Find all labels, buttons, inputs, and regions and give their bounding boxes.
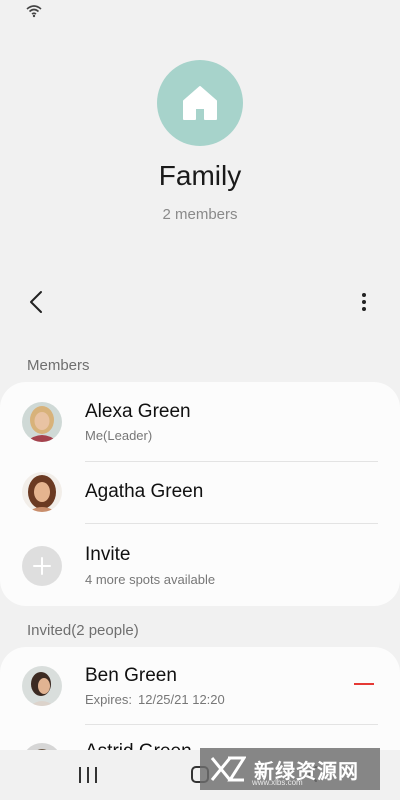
invited-row-ben[interactable]: Ben Green Expires: 12/25/21 12:20 (0, 647, 400, 725)
expires-value: 12/25/21 12:20 (138, 692, 225, 707)
member-name: Alexa Green (85, 401, 191, 422)
invited-section-label: Invited(2 people) (27, 622, 139, 639)
expires-label: Expires: (85, 692, 132, 707)
remove-invite-button[interactable] (354, 683, 374, 685)
spots-available: 4 more spots available (85, 572, 216, 587)
toolbar (0, 286, 400, 318)
avatar (22, 472, 62, 512)
add-icon (22, 546, 62, 586)
watermark-url: www.xlbs.com (252, 778, 303, 787)
group-avatar[interactable] (157, 60, 243, 146)
recents-icon[interactable] (79, 767, 97, 783)
invite-row[interactable]: Invite 4 more spots available (0, 524, 400, 606)
group-header: Family 2 members (0, 60, 400, 223)
watermark: 新绿资源网 www.xlbs.com (200, 748, 380, 790)
invited-name: Ben Green (85, 665, 177, 686)
members-section-label: Members (27, 357, 90, 374)
invited-row-astrid[interactable]: Astrid Green (0, 725, 400, 750)
watermark-logo-icon (210, 756, 246, 782)
member-row-agatha[interactable]: Agatha Green (0, 462, 400, 524)
more-options-button[interactable] (350, 288, 378, 316)
avatar (22, 666, 62, 706)
wifi-icon (26, 4, 42, 18)
invite-label: Invite (85, 544, 131, 565)
avatar (22, 743, 62, 750)
invited-name: Astrid Green (85, 741, 192, 750)
avatar (22, 402, 62, 442)
member-row-alexa[interactable]: Alexa Green Me(Leader) (0, 382, 400, 462)
back-button[interactable] (22, 288, 50, 316)
member-role: Me(Leader) (85, 428, 153, 443)
member-name: Agatha Green (85, 481, 204, 502)
home-icon (183, 86, 217, 120)
group-title: Family (158, 160, 242, 191)
member-count: 2 members (162, 206, 238, 223)
invited-card: Ben Green Expires: 12/25/21 12:20 Astrid… (0, 647, 400, 750)
chevron-left-icon (30, 291, 42, 313)
more-vertical-icon (362, 293, 366, 311)
members-card: Alexa Green Me(Leader) Agatha Green Invi… (0, 382, 400, 606)
